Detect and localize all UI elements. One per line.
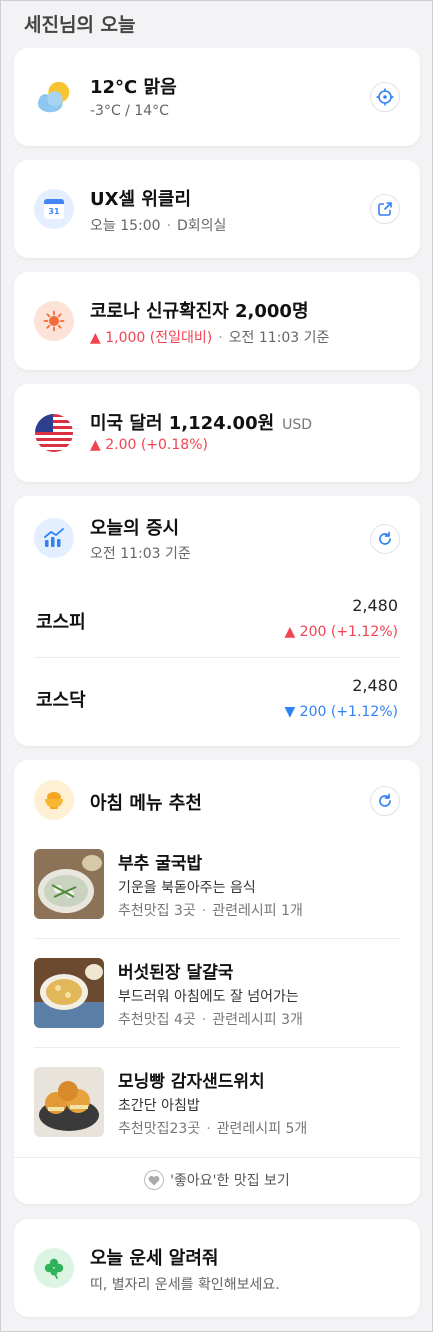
- currency-unit: USD: [282, 417, 313, 433]
- virus-icon: [34, 301, 74, 341]
- currency-change: ▲ 2.00 (+0.18%): [90, 437, 208, 453]
- stock-time: 오전 11:03 기준: [90, 546, 191, 562]
- refresh-icon: [379, 531, 391, 545]
- stock-value: 2,480: [352, 596, 398, 615]
- breakfast-card: 아침 메뉴 추천 부추 굴국밥 기운을 북돋아주는 음식 추천맛집 3곳 · 관련레…: [14, 760, 420, 1204]
- weather-title: 12°C 맑음: [90, 77, 177, 98]
- breakfast-title: 아침 메뉴 추천: [90, 793, 202, 814]
- calendar-icon: 31: [34, 189, 74, 229]
- covid-card[interactable]: 코로나 신규확진자 2,000명 ▲ 1,000 (전일대비) · 오전 11:03…: [14, 272, 420, 370]
- weather-card[interactable]: 12°C 맑음 -3°C / 14°C: [14, 48, 420, 146]
- menu-photo: [34, 849, 104, 919]
- menu-photo: [34, 958, 104, 1028]
- menu-places: 추천맛집 3곳: [118, 903, 196, 919]
- covid-title: 코로나 신규확진자 2,000명: [90, 301, 309, 322]
- stock-value: 2,480: [352, 676, 398, 695]
- covid-change: ▲ 1,000 (전일대비): [90, 330, 213, 346]
- menu-recipes: 관련레시피 3개: [212, 1012, 303, 1028]
- calendar-place: D회의실: [177, 218, 227, 234]
- calendar-time: 오늘 15:00: [90, 218, 161, 234]
- heart-icon: [144, 1170, 165, 1190]
- liked-restaurants-label: '좋아요'한 맛집 보기: [170, 1173, 290, 1189]
- menu-recipes: 관련레시피 5개: [216, 1121, 308, 1137]
- breakfast-refresh-button[interactable]: [370, 786, 400, 816]
- menu-meta: 추천맛집23곳 · 관련레시피 5개: [118, 1121, 308, 1137]
- covid-time: 오전 11:03 기준: [228, 330, 330, 346]
- stock-change: ▼ 200 (+1.12%): [284, 704, 398, 720]
- menu-places: 추천맛집23곳: [118, 1121, 201, 1137]
- menu-name: 버섯된장 달걀국: [118, 963, 234, 983]
- stock-card[interactable]: 오늘의 증시 오전 11:03 기준 코스피 2,480 ▲ 200 (+1.1…: [14, 496, 420, 746]
- calendar-icon-day: 31: [48, 207, 60, 216]
- refresh-icon: [379, 793, 391, 807]
- fortune-desc: 띠, 별자리 운세를 확인해보세요.: [90, 1277, 280, 1293]
- calendar-detail: 오늘 15:00 · D회의실: [90, 218, 227, 234]
- menu-desc: 부드러워 아침에도 잘 넘어가는: [118, 989, 299, 1005]
- stock-name: 코스피: [36, 612, 86, 633]
- calendar-card[interactable]: 31 UX셀 위클리 오늘 15:00 · D회의실: [14, 160, 420, 258]
- menu-name: 부추 굴국밥: [118, 854, 203, 874]
- menu-desc: 기운을 북돋아주는 음식: [118, 880, 256, 896]
- menu-meta: 추천맛집 4곳 · 관련레시피 3개: [118, 1012, 303, 1028]
- stock-name: 코스닥: [36, 690, 86, 711]
- liked-restaurants-link[interactable]: '좋아요'한 맛집 보기: [14, 1170, 420, 1190]
- open-calendar-button[interactable]: [370, 194, 400, 224]
- calendar-title: UX셀 위클리: [90, 189, 192, 210]
- menu-meta: 추천맛집 3곳 · 관련레시피 1개: [118, 903, 303, 919]
- currency-card[interactable]: 미국 달러 1,124.00원 USD ▲ 2.00 (+0.18%): [14, 384, 420, 482]
- external-link-icon: [378, 202, 392, 216]
- divider: [34, 657, 400, 658]
- fortune-card[interactable]: 오늘 운세 알려줘 띠, 별자리 운세를 확인해보세요.: [14, 1219, 420, 1317]
- divider: [34, 1047, 400, 1048]
- divider: [14, 1157, 420, 1158]
- trend-chart-icon: [34, 518, 74, 558]
- rice-bowl-icon: [34, 780, 74, 820]
- currency-title: 미국 달러 1,124.00원 USD: [90, 409, 312, 435]
- currency-rate: 미국 달러 1,124.00원: [90, 413, 275, 434]
- clover-icon: [34, 1248, 74, 1288]
- weather-range: -3°C / 14°C: [90, 103, 169, 119]
- partly-sunny-icon: [34, 77, 74, 117]
- us-flag-icon: [34, 413, 74, 453]
- locate-button[interactable]: [370, 82, 400, 112]
- locate-icon: [376, 88, 394, 106]
- stock-title: 오늘의 증시: [90, 518, 180, 539]
- menu-photo: [34, 1067, 104, 1137]
- divider: [34, 938, 400, 939]
- stock-change: ▲ 200 (+1.12%): [284, 624, 398, 640]
- menu-recipes: 관련레시피 1개: [212, 903, 303, 919]
- menu-places: 추천맛집 4곳: [118, 1012, 196, 1028]
- menu-desc: 초간단 아침밥: [118, 1098, 200, 1114]
- fortune-title: 오늘 운세 알려줘: [90, 1248, 219, 1269]
- stock-refresh-button[interactable]: [370, 524, 400, 554]
- page-title: 세진님의 오늘: [24, 14, 136, 36]
- covid-detail: ▲ 1,000 (전일대비) · 오전 11:03 기준: [90, 330, 330, 346]
- menu-name: 모닝빵 감자샌드위치: [118, 1072, 265, 1092]
